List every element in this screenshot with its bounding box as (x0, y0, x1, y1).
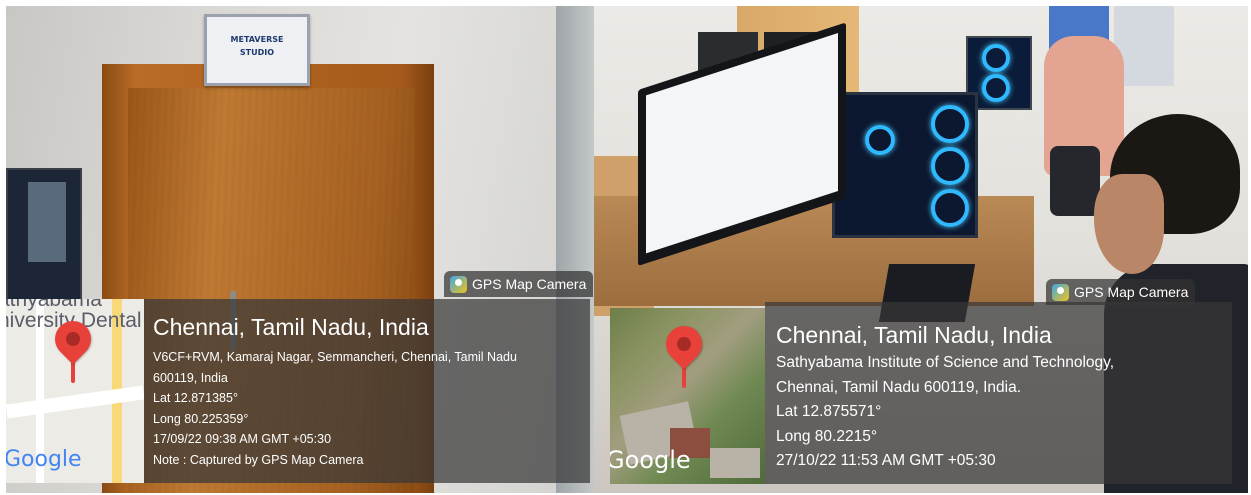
address-line-1: V6CF+RVM, Kamaraj Nagar, Semmancheri, Ch… (153, 350, 517, 364)
satellite-building (710, 448, 760, 478)
rgb-fan (931, 105, 969, 143)
photo-right-lab: GPS Map Camera Google Chennai, Tamil Nad… (594, 6, 1248, 493)
capture-note: Note : Captured by GPS Map Camera (153, 452, 364, 467)
timestamp: 27/10/22 11:53 AM GMT +05:30 (776, 452, 996, 469)
latitude: Lat 12.875571° (776, 403, 882, 420)
gps-tag-label: GPS Map Camera (472, 276, 587, 292)
location-city: Chennai, Tamil Nadu, India (153, 314, 429, 340)
rgb-fan (865, 125, 895, 155)
gps-camera-app-icon (1052, 284, 1069, 301)
longitude: Long 80.2215° (776, 427, 878, 445)
poster (28, 182, 66, 262)
latitude: Lat 12.871385° (153, 391, 238, 405)
rgb-fan (931, 147, 969, 185)
location-info-panel: Chennai, Tamil Nadu, India V6CF+RVM, Kam… (144, 299, 590, 483)
face (1094, 174, 1164, 274)
metaverse-studio-sign: METAVERSE STUDIO (204, 14, 310, 86)
address-line-2: Chennai, Tamil Nadu 600119, India. (776, 378, 1022, 396)
mini-map: athyabama niversity Dental Google (6, 299, 144, 483)
photo-left-door: METAVERSE STUDIO GPS Map Camera athyabam… (6, 6, 596, 493)
gps-camera-app-icon (450, 276, 467, 293)
map-pin-icon (658, 318, 710, 370)
google-logo: Google (610, 446, 691, 474)
address-line-2: 600119, India (153, 370, 228, 385)
rgb-fan (931, 189, 969, 227)
address-line-1: Sathyabama Institute of Science and Tech… (776, 354, 1115, 371)
gps-tag-label: GPS Map Camera (1074, 284, 1189, 300)
location-info-panel: Chennai, Tamil Nadu, India Sathyabama In… (765, 302, 1232, 484)
office-chair (1050, 146, 1100, 216)
google-logo: Google (6, 447, 82, 472)
timestamp: 17/09/22 09:38 AM GMT +05:30 (153, 432, 332, 446)
sign-line1: METAVERSE (230, 35, 284, 44)
map-road (6, 385, 144, 419)
gaming-pc (832, 92, 978, 238)
rgb-fan (982, 44, 1010, 72)
rgb-fan (982, 74, 1010, 102)
location-city: Chennai, Tamil Nadu, India (776, 322, 1052, 348)
sign-line2: STUDIO (239, 48, 275, 57)
longitude: Long 80.225359° (153, 411, 249, 426)
gps-map-camera-tag: GPS Map Camera (444, 271, 594, 297)
satellite-mini-map: Google (610, 308, 765, 484)
